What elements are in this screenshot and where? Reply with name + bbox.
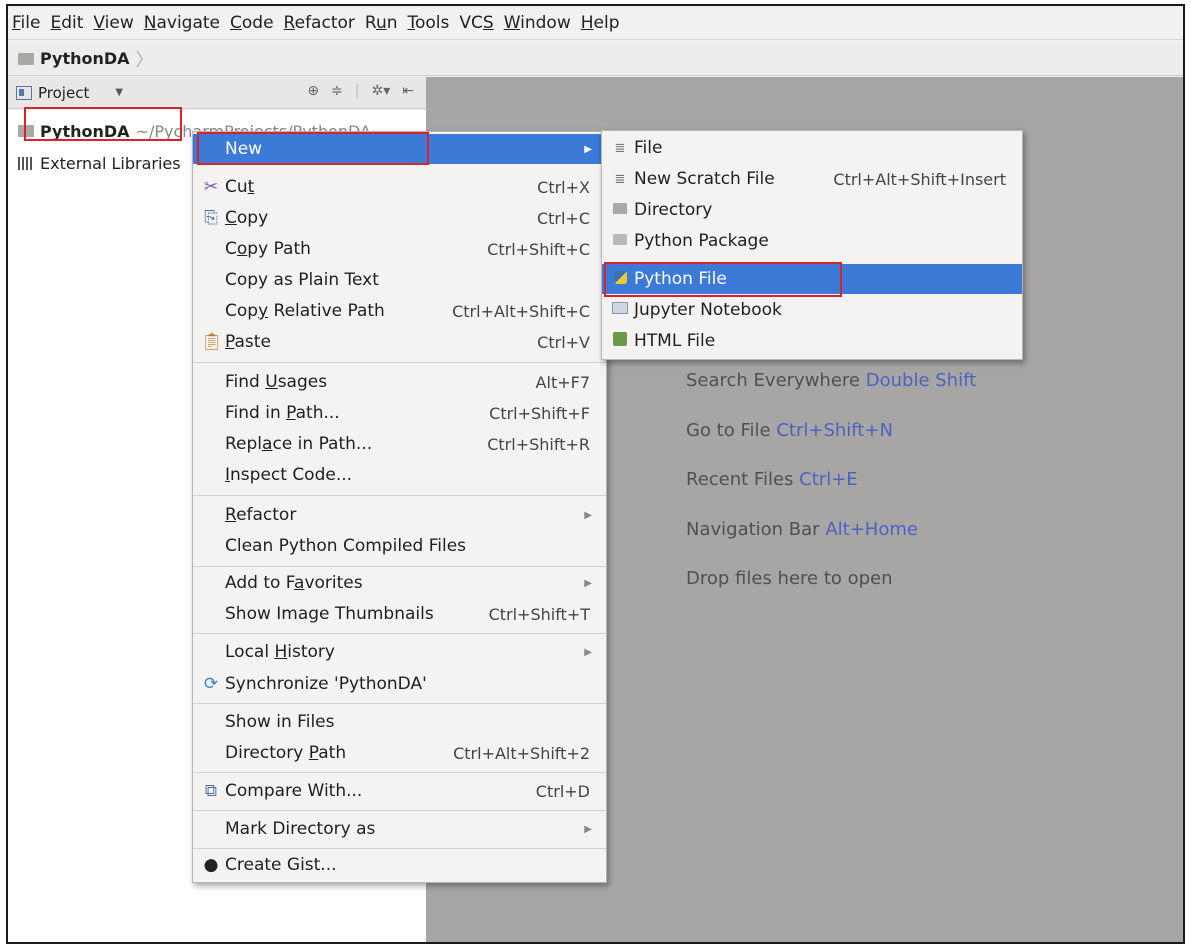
project-view-selector[interactable]: Project <box>38 84 89 102</box>
tree-item-external-libraries[interactable]: External Libraries <box>18 150 181 176</box>
submenu-item-python-file[interactable]: Python File <box>602 264 1022 294</box>
menu-item-copy[interactable]: ⎘ Copy Ctrl+C <box>193 203 606 233</box>
submenu-item-scratch-file[interactable]: ≣ New Scratch File Ctrl+Alt+Shift+Insert <box>602 164 1022 194</box>
menu-item-paste[interactable]: 📋︎ Paste Ctrl+V <box>193 327 606 357</box>
menu-item-copy-relative-path[interactable]: Copy Relative Path Ctrl+Alt+Shift+C <box>193 296 606 326</box>
menu-file[interactable]: File <box>12 13 40 33</box>
navigation-bar: PythonDA 〉 <box>8 42 1183 76</box>
breadcrumb-project[interactable]: PythonDA <box>40 49 130 68</box>
menu-item-copy-plain-text[interactable]: Copy as Plain Text <box>193 265 606 295</box>
menu-divider <box>193 772 606 773</box>
external-libraries-label: External Libraries <box>40 153 181 173</box>
folder-icon <box>610 202 630 218</box>
menu-item-find-in-path[interactable]: Find in Path... Ctrl+Shift+F <box>193 398 606 428</box>
submenu-arrow-icon: ▶ <box>584 143 592 155</box>
menu-item-inspect-code[interactable]: Inspect Code... <box>193 460 606 490</box>
new-submenu: ≣ File ≣ New Scratch File Ctrl+Alt+Shift… <box>601 130 1023 360</box>
libraries-icon <box>18 156 34 170</box>
menu-view[interactable]: View <box>93 13 133 33</box>
menu-divider <box>193 362 606 363</box>
menu-run[interactable]: Run <box>365 13 398 33</box>
menu-item-synchronize[interactable]: ⟳ Synchronize 'PythonDA' <box>193 669 606 699</box>
menu-divider <box>193 633 606 634</box>
scissors-icon: ✂ <box>203 177 219 197</box>
submenu-item-html-file[interactable]: HTML File <box>602 326 1022 356</box>
menu-divider <box>193 495 606 496</box>
menu-refactor[interactable]: Refactor <box>284 13 355 33</box>
menu-item-local-history[interactable]: Local History ▶ <box>193 637 606 667</box>
submenu-item-directory[interactable]: Directory <box>602 195 1022 225</box>
menu-vcs[interactable]: VCS <box>459 13 493 33</box>
root-folder-name: PythonDA <box>40 121 130 141</box>
folder-icon <box>18 125 34 137</box>
sync-icon: ⟳ <box>203 674 219 694</box>
menu-navigate[interactable]: Navigate <box>144 13 220 33</box>
menu-code[interactable]: Code <box>230 13 274 33</box>
menu-tools[interactable]: Tools <box>408 13 450 33</box>
github-icon: ● <box>203 855 219 875</box>
chevron-right-icon: 〉 <box>135 49 154 71</box>
python-icon <box>610 270 630 288</box>
menu-item-replace-in-path[interactable]: Replace in Path... Ctrl+Shift+R <box>193 429 606 459</box>
file-icon: ≣ <box>614 140 626 156</box>
project-icon <box>16 85 32 100</box>
menu-item-compare-with[interactable]: ⧉ Compare With... Ctrl+D <box>193 776 606 806</box>
submenu-item-python-package[interactable]: Python Package <box>602 226 1022 256</box>
hide-pane-icon[interactable]: ⇤ <box>402 83 414 99</box>
submenu-arrow-icon: ▶ <box>584 646 592 658</box>
menu-help[interactable]: Help <box>581 13 620 33</box>
package-icon <box>610 233 630 249</box>
hint-recent-files: Recent Files Ctrl+E <box>686 469 858 490</box>
collapse-all-icon[interactable]: ≑ <box>331 83 343 99</box>
menu-item-clean-compiled[interactable]: Clean Python Compiled Files <box>193 531 606 561</box>
menu-item-new[interactable]: New ▶ <box>193 134 606 164</box>
menu-item-cut[interactable]: ✂ Cut Ctrl+X <box>193 172 606 202</box>
toolbar-divider: | <box>354 83 360 99</box>
editor-hints: Search Everywhere Double Shift Go to Fil… <box>686 366 976 614</box>
menu-item-create-gist[interactable]: ● Create Gist... <box>193 850 606 880</box>
menu-divider <box>193 566 606 567</box>
hint-search-everywhere: Search Everywhere Double Shift <box>686 370 977 391</box>
chevron-down-icon[interactable]: ▼ <box>115 87 123 98</box>
menu-bar: File Edit View Navigate Code Refactor Ru… <box>8 6 1183 40</box>
menu-item-refactor[interactable]: Refactor ▶ <box>193 500 606 530</box>
jupyter-icon <box>610 302 630 318</box>
project-pane-header: Project ▼ ⊕ ≑ | ✲▾ ⇤ <box>8 77 426 109</box>
menu-item-find-usages[interactable]: Find Usages Alt+F7 <box>193 367 606 397</box>
paste-icon: 📋︎ <box>201 332 223 352</box>
html-file-icon <box>610 332 630 350</box>
copy-icon: ⎘ <box>204 208 218 228</box>
context-menu: New ▶ ✂ Cut Ctrl+X ⎘ Copy Ctrl+C Copy Pa… <box>192 131 607 883</box>
hint-navigation-bar: Navigation Bar Alt+Home <box>686 518 918 540</box>
menu-item-copy-path[interactable]: Copy Path Ctrl+Shift+C <box>193 234 606 264</box>
menu-window[interactable]: Window <box>504 13 571 33</box>
hint-drop-files: Drop files here to open <box>686 568 893 589</box>
menu-item-add-to-favorites[interactable]: Add to Favorites ▶ <box>193 568 606 598</box>
compare-icon: ⧉ <box>204 781 218 801</box>
menu-divider <box>193 810 606 811</box>
gear-icon[interactable]: ✲▾ <box>372 83 391 99</box>
scratch-file-icon: ≣ <box>614 171 626 187</box>
submenu-item-file[interactable]: ≣ File <box>602 133 1022 163</box>
menu-item-show-thumbnails[interactable]: Show Image Thumbnails Ctrl+Shift+T <box>193 599 606 629</box>
submenu-item-jupyter-notebook[interactable]: Jupyter Notebook <box>602 295 1022 325</box>
submenu-arrow-icon: ▶ <box>584 577 592 589</box>
menu-divider <box>193 703 606 704</box>
folder-icon <box>18 52 34 65</box>
submenu-arrow-icon: ▶ <box>584 823 592 835</box>
menu-item-show-in-files[interactable]: Show in Files <box>193 707 606 737</box>
submenu-arrow-icon: ▶ <box>584 509 592 521</box>
menu-edit[interactable]: Edit <box>50 13 83 33</box>
menu-item-mark-directory[interactable]: Mark Directory as ▶ <box>193 814 606 844</box>
menu-item-directory-path[interactable]: Directory Path Ctrl+Alt+Shift+2 <box>193 738 606 768</box>
menu-divider <box>193 848 606 849</box>
locate-icon[interactable]: ⊕ <box>307 83 319 99</box>
hint-go-to-file: Go to File Ctrl+Shift+N <box>686 419 893 441</box>
